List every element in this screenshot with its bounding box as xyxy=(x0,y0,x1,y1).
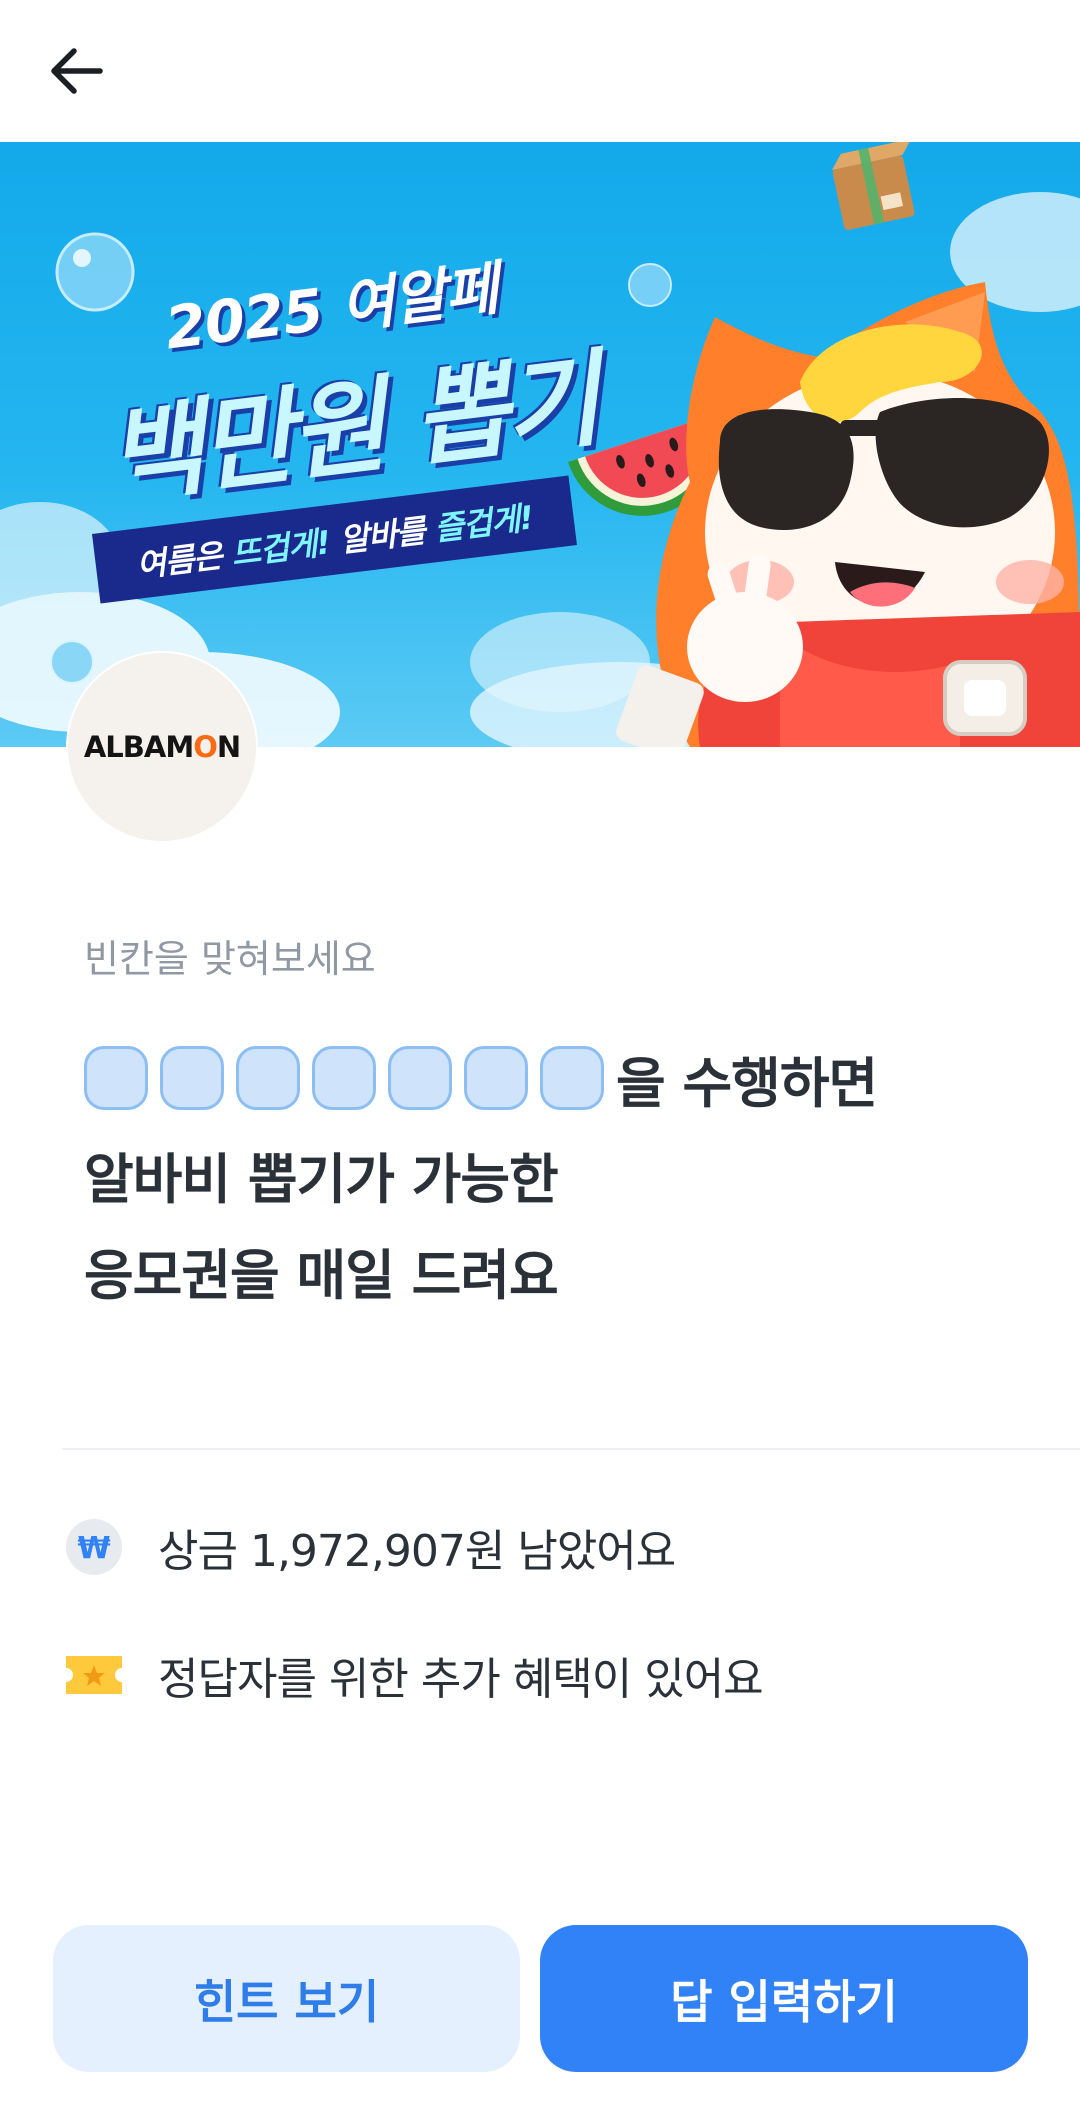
mascot-character xyxy=(616,282,1080,747)
question-line-1-suffix: 을 수행하면 xyxy=(616,1051,878,1115)
prize-info-row: ₩ 상금 1,972,907원 남았어요 xyxy=(64,1512,676,1582)
answer-blank xyxy=(388,1046,452,1110)
prize-text: 상금 1,972,907원 남았어요 xyxy=(158,1526,676,1577)
ticket-icon xyxy=(64,1645,124,1705)
benefit-info-row: 정답자를 위한 추가 혜택이 있어요 xyxy=(64,1640,764,1710)
header xyxy=(0,0,1080,142)
page: 2025 여알페 백만원 뽑기 여름은 뜨겁게! 알바를 즐겁게! ALBAMO… xyxy=(0,0,1080,2124)
box-icon xyxy=(832,142,915,230)
svg-text:₩: ₩ xyxy=(77,1531,110,1566)
answer-blanks xyxy=(84,1046,616,1110)
albamon-logo: ALBAMON xyxy=(68,653,256,841)
quiz-prompt: 빈칸을 맞혀보세요 xyxy=(84,937,376,981)
hint-button[interactable]: 힌트 보기 xyxy=(53,1925,520,2072)
answer-input-button[interactable]: 답 입력하기 xyxy=(540,1925,1028,2072)
question-line-3: 응모권을 매일 드려요 xyxy=(84,1243,559,1307)
answer-blank xyxy=(236,1046,300,1110)
divider xyxy=(62,1448,1080,1450)
answer-blank xyxy=(160,1046,224,1110)
answer-blank xyxy=(84,1046,148,1110)
logo-text: ALBAMON xyxy=(83,730,241,764)
question-line-1: 을 수행하면 xyxy=(84,1030,1044,1126)
answer-blank xyxy=(540,1046,604,1110)
answer-blank xyxy=(464,1046,528,1110)
benefit-text: 정답자를 위한 추가 혜택이 있어요 xyxy=(158,1654,764,1705)
question-line-2: 알바비 뽑기가 가능한 xyxy=(84,1147,559,1211)
answer-blank xyxy=(312,1046,376,1110)
back-button[interactable] xyxy=(36,36,116,106)
quiz-question: 을 수행하면 알바비 뽑기가 가능한 응모권을 매일 드려요 xyxy=(84,1030,1044,1318)
won-coin-icon: ₩ xyxy=(64,1517,124,1577)
arrow-left-icon xyxy=(51,48,103,94)
